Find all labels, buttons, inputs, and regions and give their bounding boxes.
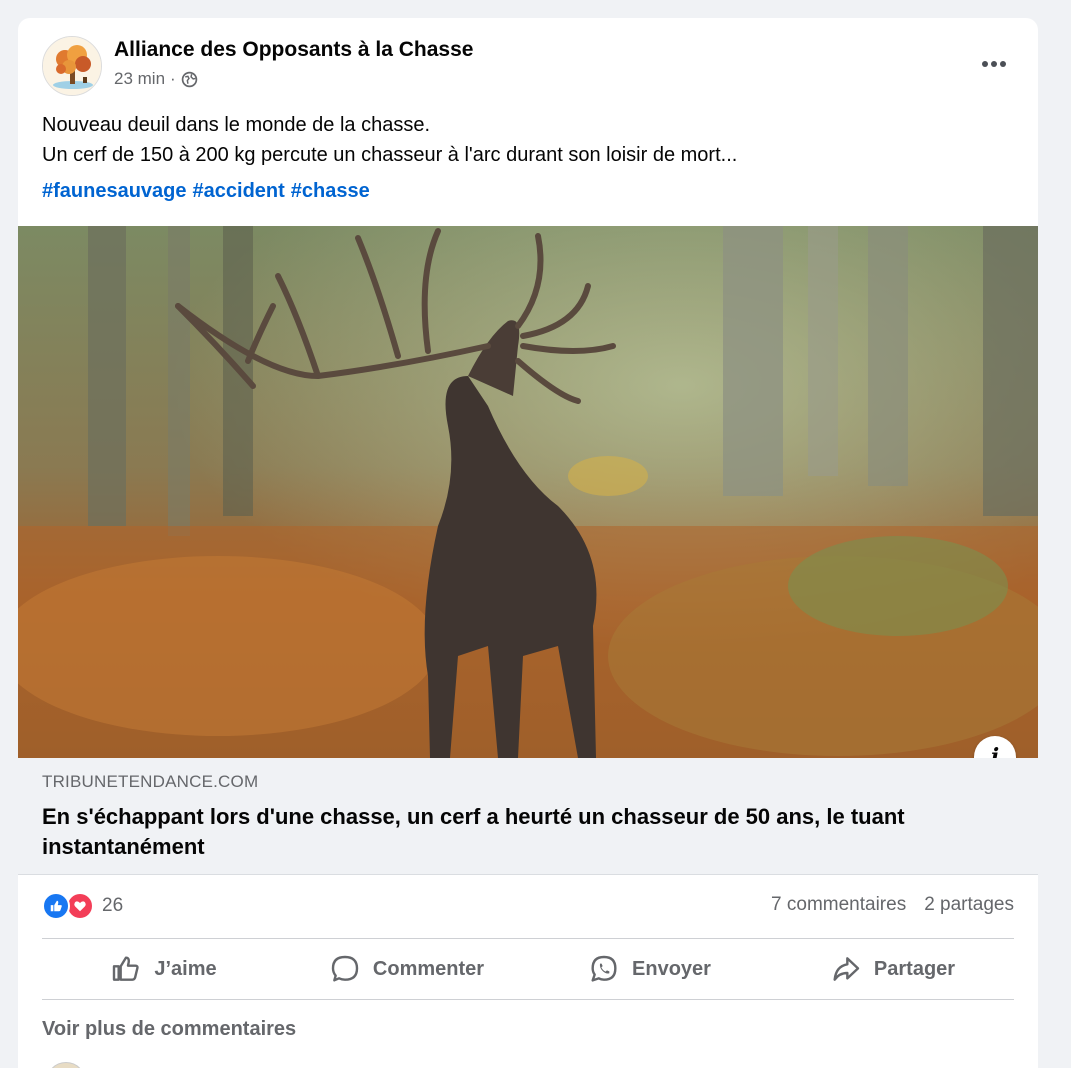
comment-button[interactable]: Commenter xyxy=(285,940,528,998)
view-more-comments-link[interactable]: Voir plus de commentaires xyxy=(42,1018,296,1041)
post-meta: 23 min · xyxy=(114,69,198,89)
speech-bubble-icon xyxy=(331,955,359,982)
tree-logo-icon xyxy=(43,37,101,95)
page-name[interactable]: Alliance des Opposants à la Chasse xyxy=(114,38,473,62)
hashtags: #faunesauvage #accident #chasse xyxy=(42,180,370,203)
post-header: Alliance des Opposants à la Chasse 23 mi… xyxy=(18,18,1038,108)
send-button[interactable]: Envoyer xyxy=(528,940,771,998)
engagement-counts: 7 commentaires 2 partages xyxy=(771,894,1014,916)
like-reaction-icon xyxy=(42,892,70,920)
comment-label: Commenter xyxy=(372,957,485,980)
divider xyxy=(42,999,1014,1000)
post-card: Alliance des Opposants à la Chasse 23 mi… xyxy=(18,18,1038,1068)
hashtag-chasse[interactable]: #chasse xyxy=(291,180,370,203)
divider xyxy=(42,938,1014,939)
hashtag-faunesauvage[interactable]: #faunesauvage xyxy=(42,180,187,203)
link-preview[interactable]: TRIBUNETENDANCE.COM En s'échappant lors … xyxy=(18,758,1038,875)
share-button[interactable]: Partager xyxy=(771,940,1014,998)
link-title[interactable]: En s'échappant lors d'une chasse, un cer… xyxy=(42,802,1012,862)
post-stats: 26 7 commentaires 2 partages xyxy=(42,892,1014,922)
whatsapp-icon xyxy=(591,955,617,982)
page-avatar[interactable] xyxy=(42,36,102,96)
reaction-count: 26 xyxy=(102,895,124,916)
globe-icon xyxy=(181,71,197,87)
post-text-line-2: Un cerf de 150 à 200 kg percute un chass… xyxy=(42,144,738,166)
more-dot xyxy=(991,61,997,67)
meta-separator: · xyxy=(170,69,176,88)
hashtag-accident[interactable]: #accident xyxy=(193,180,285,203)
reactions-summary[interactable]: 26 xyxy=(42,892,123,920)
action-bar: J’aime Commenter Envoyer Partager xyxy=(42,940,1014,998)
stag-forest-photo xyxy=(18,226,1038,758)
comment-avatar[interactable] xyxy=(46,1062,86,1068)
shares-count[interactable]: 2 partages xyxy=(924,894,1014,916)
comments-count[interactable]: 7 commentaires xyxy=(771,894,906,916)
thumbs-up-icon xyxy=(113,956,140,981)
post-text: Nouveau deuil dans le monde de la chasse… xyxy=(42,110,1012,170)
send-label: Envoyer xyxy=(632,957,711,980)
post-time[interactable]: 23 min xyxy=(114,69,165,89)
more-dot xyxy=(1000,61,1006,67)
like-label: J’aime xyxy=(154,957,217,980)
share-label: Partager xyxy=(873,957,956,980)
link-preview-image[interactable]: i xyxy=(18,226,1038,758)
like-button[interactable]: J’aime xyxy=(42,940,285,998)
more-options-button[interactable] xyxy=(976,46,1012,82)
share-arrow-icon xyxy=(833,957,860,981)
post-text-line-1: Nouveau deuil dans le monde de la chasse… xyxy=(42,114,431,136)
more-horizontal-icon xyxy=(982,61,988,67)
love-reaction-icon xyxy=(66,892,94,920)
link-domain: TRIBUNETENDANCE.COM xyxy=(42,772,259,791)
